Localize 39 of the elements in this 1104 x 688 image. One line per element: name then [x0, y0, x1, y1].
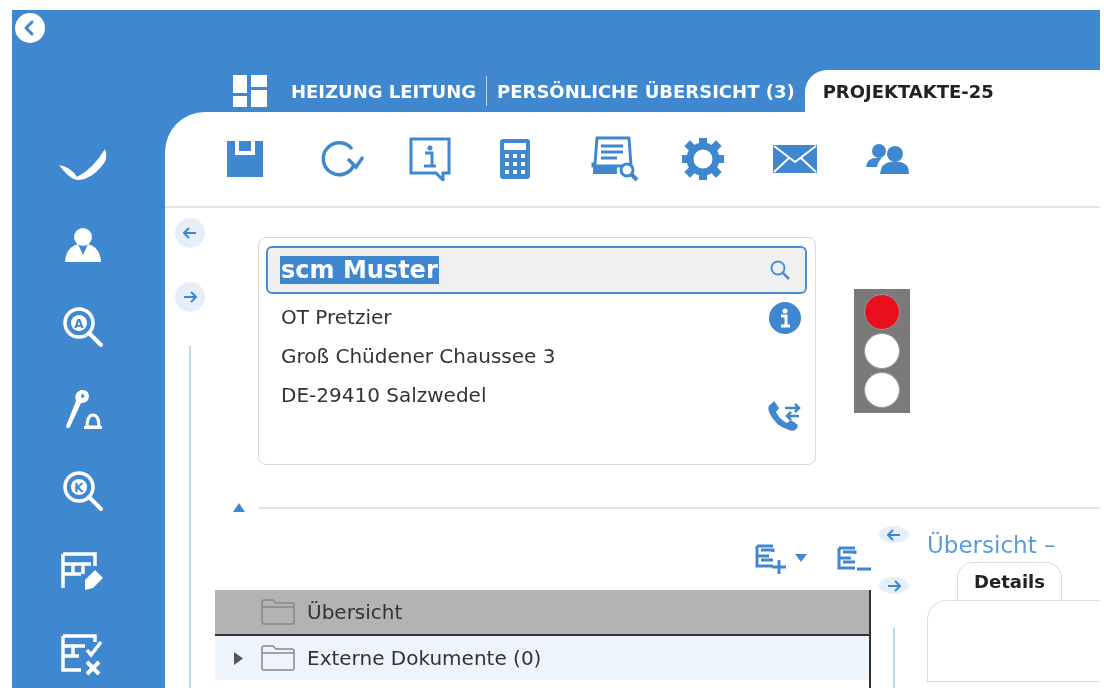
address-line: DE-29410 Salzwedel — [281, 382, 488, 409]
arrow-left-icon — [887, 528, 901, 541]
panel-title: Übersicht – — [927, 532, 1057, 558]
back-arrow-button[interactable] — [879, 526, 909, 543]
people-icon[interactable] — [864, 143, 910, 175]
back-button[interactable] — [15, 13, 45, 43]
calculator-icon[interactable] — [500, 139, 530, 179]
settings-icon[interactable] — [682, 138, 724, 180]
phone-transfer-icon[interactable] — [767, 400, 801, 432]
name-field[interactable]: scm Muster — [266, 246, 807, 294]
arrow-right-icon — [887, 579, 901, 592]
sheet-check-icon[interactable] — [60, 634, 105, 676]
search-icon[interactable] — [769, 259, 791, 281]
arrow-left-icon — [183, 227, 197, 239]
forward-arrow-button[interactable] — [175, 282, 205, 312]
info-icon[interactable] — [769, 302, 801, 334]
save-icon[interactable] — [227, 141, 263, 177]
tab[interactable]: PERSÖNLICHE ÜBERSICHT (3) — [487, 70, 805, 112]
forward-arrow-button[interactable] — [879, 577, 909, 594]
expand-tree-button[interactable] — [755, 542, 807, 574]
folder-icon — [261, 599, 295, 625]
collapse-triangle-icon[interactable] — [233, 503, 245, 512]
address-line: Groß Chüdener Chaussee 3 — [281, 343, 556, 370]
tab[interactable]: HEIZUNG LEITUNG — [223, 70, 487, 112]
person-icon[interactable] — [63, 227, 102, 263]
tree-row[interactable]: Externe Dokumente (0) — [215, 636, 869, 680]
mail-icon[interactable] — [773, 145, 817, 173]
tab[interactable]: Details — [957, 562, 1062, 600]
tab[interactable]: PROJEKTAKTE-25 — [804, 70, 1100, 112]
back-arrow-button[interactable] — [175, 218, 205, 248]
info-icon[interactable] — [409, 137, 451, 181]
caret-icon — [795, 554, 807, 562]
document-search-icon[interactable] — [591, 136, 639, 182]
folder-icon — [261, 645, 295, 671]
dashboard-icon — [233, 75, 267, 107]
tree-row[interactable]: Übersicht — [215, 590, 869, 636]
expand-arrow-icon[interactable] — [233, 651, 243, 665]
arrow-right-icon — [183, 291, 197, 303]
address-line: OT Pretzier — [281, 304, 393, 331]
